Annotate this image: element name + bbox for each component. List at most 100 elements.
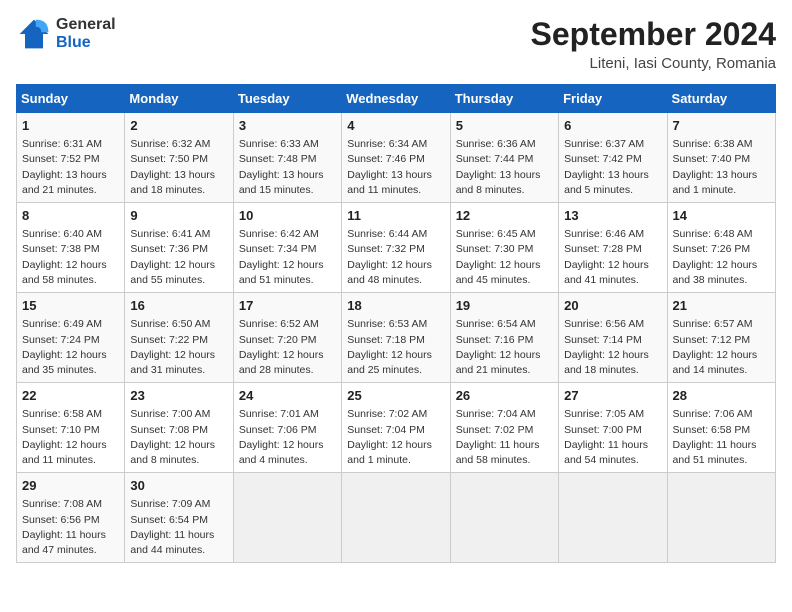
day-detail: Sunrise: 6:46 AM Sunset: 7:28 PM Dayligh… (564, 227, 661, 288)
table-row: 6Sunrise: 6:37 AM Sunset: 7:42 PM Daylig… (559, 113, 667, 203)
day-number: 24 (239, 387, 336, 405)
table-row: 23Sunrise: 7:00 AM Sunset: 7:08 PM Dayli… (125, 383, 233, 473)
table-row: 19Sunrise: 6:54 AM Sunset: 7:16 PM Dayli… (450, 293, 558, 383)
table-row: 15 Sunrise: 6:49 AM Sunset: 7:24 PM Dayli… (17, 293, 125, 383)
day-detail: Sunrise: 6:37 AM Sunset: 7:42 PM Dayligh… (564, 137, 661, 198)
day-number: 22 (22, 387, 119, 405)
day-detail: Sunrise: 6:50 AM Sunset: 7:22 PM Dayligh… (130, 317, 227, 378)
location: Liteni, Iasi County, Romania (531, 55, 776, 72)
table-row: 26Sunrise: 7:04 AM Sunset: 7:02 PM Dayli… (450, 383, 558, 473)
day-detail: Sunrise: 7:00 AM Sunset: 7:08 PM Dayligh… (130, 407, 227, 468)
calendar-table: Sunday Monday Tuesday Wednesday Thursday… (16, 84, 776, 563)
day-detail: Sunrise: 7:06 AM Sunset: 6:58 PM Dayligh… (673, 407, 770, 468)
day-number: 10 (239, 207, 336, 225)
table-row: 17 Sunrise: 6:52 AM Sunset: 7:20 PM Dayli… (233, 293, 341, 383)
col-wednesday: Wednesday (342, 85, 450, 113)
table-row: 9 Sunrise: 6:41 AM Sunset: 7:36 PM Daylig… (125, 203, 233, 293)
logo-blue: Blue (56, 34, 116, 52)
table-row (667, 473, 775, 563)
table-row: 18 Sunrise: 6:53 AM Sunset: 7:18 PM Dayli… (342, 293, 450, 383)
day-number: 28 (673, 387, 770, 405)
day-number: 12 (456, 207, 553, 225)
day-detail: Sunrise: 6:48 AM Sunset: 7:26 PM Dayligh… (673, 227, 770, 288)
day-detail: Sunrise: 6:52 AM Sunset: 7:20 PM Dayligh… (239, 317, 336, 378)
col-tuesday: Tuesday (233, 85, 341, 113)
table-row: 2Sunrise: 6:32 AM Sunset: 7:50 PM Daylig… (125, 113, 233, 203)
day-detail: Sunrise: 6:49 AM Sunset: 7:24 PM Dayligh… (22, 317, 119, 378)
day-detail: Sunrise: 6:32 AM Sunset: 7:50 PM Dayligh… (130, 137, 227, 198)
table-row: 20 Sunrise: 6:56 AM Sunset: 7:14 PM Dayli… (559, 293, 667, 383)
day-number: 30 (130, 477, 227, 495)
day-number: 11 (347, 207, 444, 225)
day-number: 1 (22, 117, 119, 135)
table-row: 10 Sunrise: 6:42 AM Sunset: 7:34 PM Dayli… (233, 203, 341, 293)
day-detail: Sunrise: 6:58 AM Sunset: 7:10 PM Dayligh… (22, 407, 119, 468)
col-friday: Friday (559, 85, 667, 113)
logo-general: General (56, 16, 116, 34)
day-detail: Sunrise: 6:42 AM Sunset: 7:34 PM Dayligh… (239, 227, 336, 288)
title-area: September 2024 Liteni, Iasi County, Roma… (531, 16, 776, 72)
day-detail: Sunrise: 6:56 AM Sunset: 7:14 PM Dayligh… (564, 317, 661, 378)
table-row: 28 Sunrise: 7:06 AM Sunset: 6:58 PM Dayli… (667, 383, 775, 473)
logo: General Blue (16, 16, 116, 52)
day-number: 3 (239, 117, 336, 135)
table-row: 11 Sunrise: 6:44 AM Sunset: 7:32 PM Dayli… (342, 203, 450, 293)
day-detail: Sunrise: 6:57 AM Sunset: 7:12 PM Dayligh… (673, 317, 770, 378)
day-number: 8 (22, 207, 119, 225)
day-number: 20 (564, 297, 661, 315)
day-detail: Sunrise: 6:34 AM Sunset: 7:46 PM Dayligh… (347, 137, 444, 198)
table-row: 12 Sunrise: 6:45 AM Sunset: 7:30 PM Dayli… (450, 203, 558, 293)
logo-icon (16, 16, 52, 52)
table-row: 25 Sunrise: 7:02 AM Sunset: 7:04 PM Dayli… (342, 383, 450, 473)
day-number: 16 (130, 297, 227, 315)
table-row (342, 473, 450, 563)
table-row: 21 Sunrise: 6:57 AM Sunset: 7:12 PM Dayli… (667, 293, 775, 383)
month-title: September 2024 (531, 16, 776, 53)
table-row: 30 Sunrise: 7:09 AM Sunset: 6:54 PM Dayli… (125, 473, 233, 563)
day-number: 18 (347, 297, 444, 315)
day-number: 9 (130, 207, 227, 225)
table-row: 1Sunrise: 6:31 AM Sunset: 7:52 PM Daylig… (17, 113, 125, 203)
day-detail: Sunrise: 7:02 AM Sunset: 7:04 PM Dayligh… (347, 407, 444, 468)
col-monday: Monday (125, 85, 233, 113)
table-row: 14 Sunrise: 6:48 AM Sunset: 7:26 PM Dayli… (667, 203, 775, 293)
table-row (559, 473, 667, 563)
table-row: 8 Sunrise: 6:40 AM Sunset: 7:38 PM Daylig… (17, 203, 125, 293)
day-detail: Sunrise: 6:44 AM Sunset: 7:32 PM Dayligh… (347, 227, 444, 288)
col-saturday: Saturday (667, 85, 775, 113)
table-row: 4 Sunrise: 6:34 AM Sunset: 7:46 PM Daylig… (342, 113, 450, 203)
day-number: 27 (564, 387, 661, 405)
table-row: 3 Sunrise: 6:33 AM Sunset: 7:48 PM Daylig… (233, 113, 341, 203)
day-detail: Sunrise: 6:53 AM Sunset: 7:18 PM Dayligh… (347, 317, 444, 378)
logo-text-block: General Blue (56, 16, 116, 51)
table-row (233, 473, 341, 563)
table-row: 27 Sunrise: 7:05 AM Sunset: 7:00 PM Dayli… (559, 383, 667, 473)
day-detail: Sunrise: 6:33 AM Sunset: 7:48 PM Dayligh… (239, 137, 336, 198)
day-number: 14 (673, 207, 770, 225)
table-row: 13Sunrise: 6:46 AM Sunset: 7:28 PM Dayli… (559, 203, 667, 293)
day-detail: Sunrise: 6:38 AM Sunset: 7:40 PM Dayligh… (673, 137, 770, 198)
day-number: 26 (456, 387, 553, 405)
table-row (450, 473, 558, 563)
day-number: 15 (22, 297, 119, 315)
day-number: 7 (673, 117, 770, 135)
col-sunday: Sunday (17, 85, 125, 113)
table-row: 16 Sunrise: 6:50 AM Sunset: 7:22 PM Dayli… (125, 293, 233, 383)
day-detail: Sunrise: 7:01 AM Sunset: 7:06 PM Dayligh… (239, 407, 336, 468)
day-detail: Sunrise: 7:09 AM Sunset: 6:54 PM Dayligh… (130, 497, 227, 558)
day-number: 25 (347, 387, 444, 405)
day-number: 5 (456, 117, 553, 135)
day-detail: Sunrise: 6:45 AM Sunset: 7:30 PM Dayligh… (456, 227, 553, 288)
table-row: 5 Sunrise: 6:36 AM Sunset: 7:44 PM Daylig… (450, 113, 558, 203)
day-detail: Sunrise: 7:05 AM Sunset: 7:00 PM Dayligh… (564, 407, 661, 468)
day-detail: Sunrise: 6:41 AM Sunset: 7:36 PM Dayligh… (130, 227, 227, 288)
table-row: 29Sunrise: 7:08 AM Sunset: 6:56 PM Dayli… (17, 473, 125, 563)
day-number: 17 (239, 297, 336, 315)
col-thursday: Thursday (450, 85, 558, 113)
day-detail: Sunrise: 6:40 AM Sunset: 7:38 PM Dayligh… (22, 227, 119, 288)
day-detail: Sunrise: 6:36 AM Sunset: 7:44 PM Dayligh… (456, 137, 553, 198)
day-number: 19 (456, 297, 553, 315)
table-row: 22 Sunrise: 6:58 AM Sunset: 7:10 PM Dayli… (17, 383, 125, 473)
day-number: 21 (673, 297, 770, 315)
day-number: 4 (347, 117, 444, 135)
